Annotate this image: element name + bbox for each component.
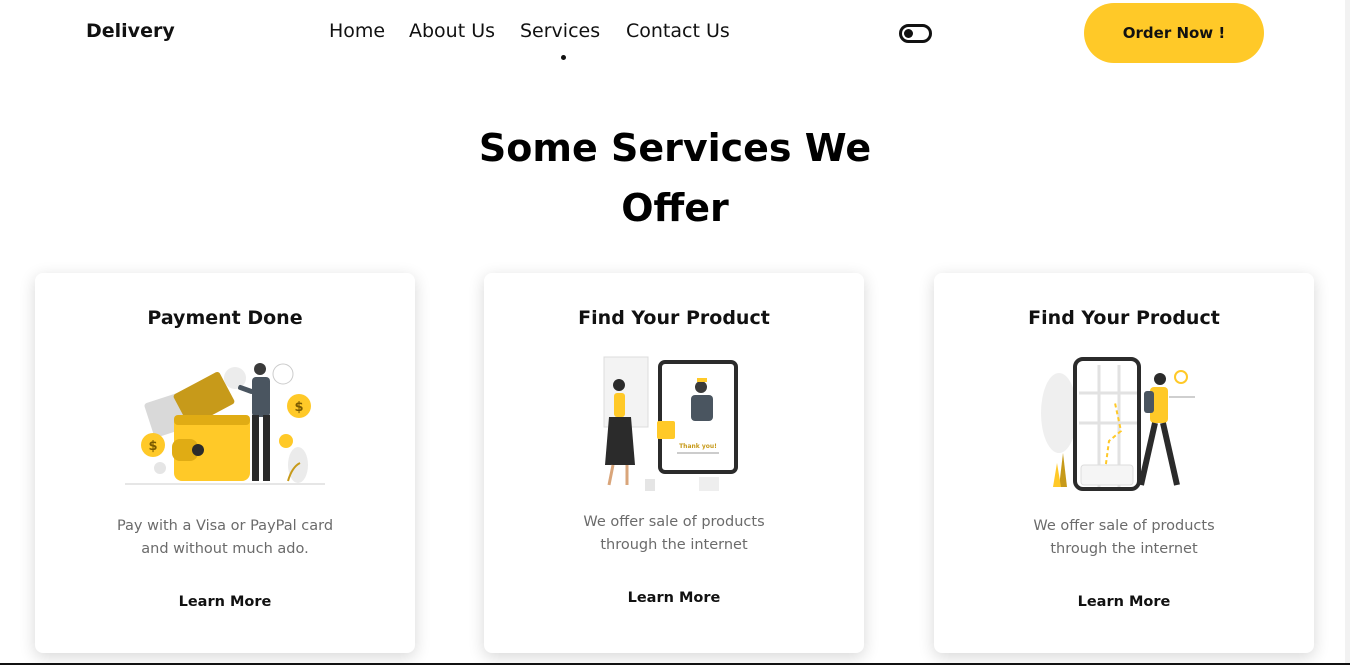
card-description-line-2: through the internet [600,537,748,553]
card-description-line-2: and without much ado. [141,541,309,557]
section-title-line-2: Offer [621,186,729,230]
illustration-caption: Thank you! [679,443,717,450]
wallet-payment-illustration: $ $ [125,363,325,485]
learn-more-link[interactable]: Learn More [35,594,415,610]
nav-active-indicator [561,55,566,60]
card-description: We offer sale of products through the in… [974,515,1274,561]
service-card-payment: Payment Done $ $ Pay with a Visa or PayP… [35,273,415,653]
card-description: We offer sale of products through the in… [524,511,824,557]
theme-toggle-icon[interactable] [899,24,932,43]
card-title: Find Your Product [578,307,770,329]
nav-link-about-us[interactable]: About Us [409,20,495,42]
svg-text:$: $ [148,439,157,454]
card-title: Find Your Product [1028,307,1220,329]
nav-link-contact-us[interactable]: Contact Us [626,20,730,42]
card-description: Pay with a Visa or PayPal card and witho… [75,515,375,561]
toggle-knob [904,29,913,38]
card-description-line-1: We offer sale of products [1033,518,1215,534]
service-card-find-product: Find Your Product Thank you! We offer sa… [484,273,864,653]
service-card-find-product-map: Find Your Product We offer sale of produ… [934,273,1314,653]
section-title-line-1: Some Services We [478,126,872,170]
nav-link-home[interactable]: Home [329,20,385,42]
learn-more-link[interactable]: Learn More [934,594,1314,610]
svg-text:$: $ [294,400,303,415]
card-description-line-1: Pay with a Visa or PayPal card [116,518,334,534]
nav-link-services[interactable]: Services [520,20,600,42]
section-title: Some Services We Offer [475,118,875,238]
card-description-line-2: through the internet [1050,541,1198,557]
learn-more-link[interactable]: Learn More [484,590,864,606]
order-now-button[interactable]: Order Now ! [1084,3,1264,63]
brand-logo[interactable]: Delivery [86,20,175,42]
card-description-line-1: We offer sale of products [583,514,765,530]
page-scrollbar[interactable] [1345,0,1350,665]
card-title: Payment Done [147,307,303,329]
map-navigation-illustration [1041,357,1195,491]
online-shopping-illustration: Thank you! [603,356,738,491]
